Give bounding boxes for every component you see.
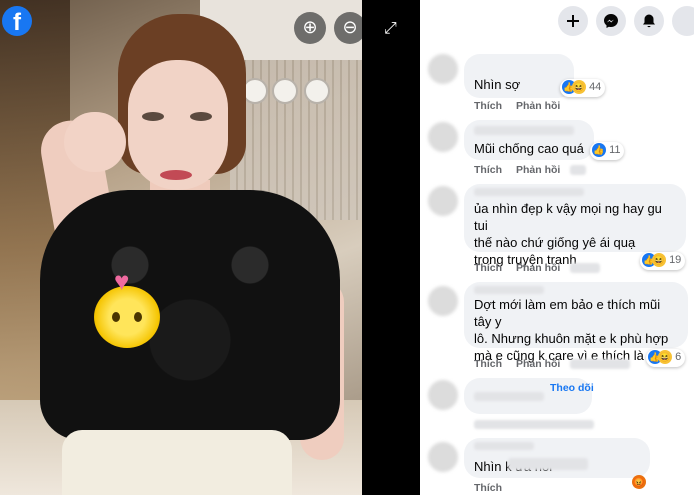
zoom-out-icon[interactable]: ⊖ bbox=[334, 12, 362, 44]
haha-reaction-icon: 😆 bbox=[652, 253, 666, 267]
like-link[interactable]: Thích bbox=[474, 482, 502, 494]
haha-reaction-icon: 😆 bbox=[658, 350, 672, 364]
like-link[interactable]: Thích bbox=[474, 164, 502, 176]
like-link[interactable]: Thích bbox=[474, 262, 502, 274]
comment-text-line: ủa nhìn đẹp k vậy mọi ng hay gu tui bbox=[474, 201, 662, 233]
person-ruffle-top bbox=[40, 190, 340, 440]
account-avatar[interactable] bbox=[672, 6, 694, 36]
notifications-bell-icon[interactable] bbox=[634, 6, 664, 36]
redacted-name bbox=[474, 442, 534, 450]
comment-actions: Thích bbox=[474, 482, 516, 494]
person-hand bbox=[64, 112, 126, 172]
redacted-text bbox=[474, 392, 544, 401]
comment-text-line: lô. Nhưng khuôn mặt e k phù hợp bbox=[474, 331, 669, 346]
avatar[interactable] bbox=[428, 442, 458, 472]
redacted-text bbox=[474, 420, 594, 429]
person-skirt bbox=[62, 430, 292, 495]
wall-clock bbox=[272, 78, 298, 104]
angry-reaction-icon: 😡 bbox=[632, 475, 646, 489]
comment-actions: Thích Phản hồi bbox=[474, 164, 574, 176]
comment-bubble: Mũi chống cao quá bbox=[464, 120, 594, 160]
comment-text: Nhìn sợ bbox=[474, 77, 521, 92]
reaction-summary[interactable]: 👍😆 44 bbox=[560, 79, 606, 97]
comment-actions: Thích Phản hồi bbox=[474, 358, 574, 370]
comment-text: Mũi chống cao quá bbox=[474, 141, 584, 156]
redacted-text bbox=[508, 458, 588, 470]
comment-bubble: ủa nhìn đẹp k vậy mọi ng hay gu tui thế … bbox=[464, 184, 686, 267]
redacted-text bbox=[570, 263, 600, 273]
plus-icon[interactable] bbox=[558, 6, 588, 36]
facebook-logo-icon[interactable]: f bbox=[2, 6, 32, 36]
haha-reaction-icon: 😆 bbox=[572, 80, 586, 94]
comment-text-line: Dợt mới làm em bảo e thích mũi tây y bbox=[474, 297, 661, 329]
comment-actions: Thích Phản hồi bbox=[474, 100, 574, 112]
messenger-icon[interactable] bbox=[596, 6, 626, 36]
follow-link[interactable]: Theo dõi bbox=[550, 382, 594, 394]
sticker-eye bbox=[112, 312, 120, 322]
reply-link[interactable]: Phản hồi bbox=[516, 358, 560, 370]
redacted-name bbox=[474, 126, 574, 135]
sticker-eye bbox=[134, 312, 142, 322]
reaction-count: 11 bbox=[609, 143, 621, 156]
reply-link[interactable]: Phản hồi bbox=[516, 100, 560, 112]
comments-panel: Nhìn sợ 👍😆 44 Thích Phản hồi Mũi chống ca… bbox=[420, 0, 694, 495]
avatar[interactable] bbox=[428, 54, 458, 84]
reaction-summary[interactable]: 👍 11 bbox=[590, 142, 625, 160]
person-eye bbox=[190, 112, 212, 121]
reaction-summary[interactable]: 👍😆 6 bbox=[646, 349, 686, 367]
heart-bow-icon: ♥ bbox=[114, 266, 130, 296]
avatar[interactable] bbox=[428, 186, 458, 216]
redacted-text bbox=[570, 359, 630, 369]
reply-link[interactable]: Phản hồi bbox=[516, 164, 560, 176]
like-link[interactable]: Thích bbox=[474, 100, 502, 112]
comment-bubble: Dợt mới làm em bảo e thích mũi tây y lô.… bbox=[464, 282, 688, 363]
reaction-summary[interactable]: 😡 bbox=[630, 474, 650, 492]
person-eye bbox=[142, 112, 164, 121]
expand-icon[interactable]: ⤢ bbox=[384, 20, 397, 38]
reaction-count: 6 bbox=[675, 350, 682, 363]
avatar[interactable] bbox=[428, 122, 458, 152]
comment-text-line: thế nào chứ giống yê ái quạ bbox=[474, 235, 636, 250]
redacted-name bbox=[474, 188, 584, 196]
viewer-gutter bbox=[362, 0, 420, 495]
avatar[interactable] bbox=[428, 380, 458, 410]
like-link[interactable]: Thích bbox=[474, 358, 502, 370]
like-reaction-icon: 👍 bbox=[592, 143, 606, 157]
wall-clock bbox=[304, 78, 330, 104]
redacted-text bbox=[570, 165, 586, 175]
person-lips bbox=[160, 170, 192, 180]
reaction-summary[interactable]: 👍😆 19 bbox=[640, 252, 686, 270]
reply-link[interactable]: Phản hồi bbox=[516, 262, 560, 274]
zoom-in-icon[interactable]: ⊕ bbox=[294, 12, 326, 44]
reaction-count: 44 bbox=[589, 80, 602, 93]
emoji-sticker-censor: ♥ bbox=[94, 268, 160, 348]
photo-viewer[interactable]: ♥ f ⊕ ⊖ bbox=[0, 0, 362, 495]
redacted-name bbox=[474, 286, 544, 294]
avatar[interactable] bbox=[428, 286, 458, 316]
comment-actions: Thích Phản hồi bbox=[474, 262, 574, 274]
comment-bubble: Nhìn sợ bbox=[464, 54, 574, 98]
comment-bubble: Nhìn k ưa nổi bbox=[464, 438, 650, 478]
reaction-count: 19 bbox=[669, 253, 682, 266]
